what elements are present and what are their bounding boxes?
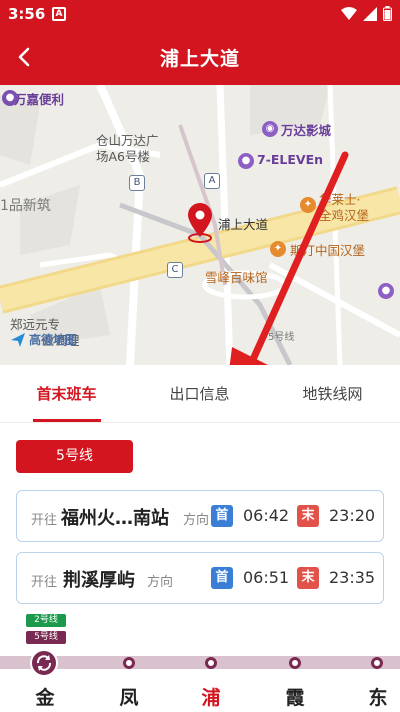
last-train-badge: 末 xyxy=(297,505,319,527)
direction-card[interactable]: 开往 福州火…南站 方向 首 06:42 末 23:20 xyxy=(16,490,384,542)
last-train-badge: 末 xyxy=(297,567,319,589)
direction-station: 荆溪厚屿 xyxy=(63,570,135,591)
direction-prefix: 开往 xyxy=(31,575,58,590)
direction-card[interactable]: 开往 荆溪厚屿 方向 首 06:51 末 23:35 xyxy=(16,552,384,604)
station-map[interactable]: 万嘉便利 ● 仓山万达广 场A6号楼 ◉ 万达影城 ● 7-ELEVEn 1品新… xyxy=(0,85,400,365)
current-station-name[interactable]: 浦 xyxy=(191,683,231,710)
last-train-time: 23:35 xyxy=(329,568,376,587)
tab-network[interactable]: 地铁线网 xyxy=(266,365,399,423)
direction-prefix: 开往 xyxy=(31,513,58,528)
station-name[interactable]: 霞 xyxy=(275,683,315,710)
status-bar: 3:56 A xyxy=(0,0,400,30)
transfer-station-icon[interactable] xyxy=(30,649,58,677)
annotation-arrow xyxy=(229,151,349,365)
direction-suffix: 方向 xyxy=(147,575,174,590)
station-dot[interactable] xyxy=(123,657,135,669)
transfer-line-badge: 5号线 xyxy=(26,631,66,644)
transfer-icon xyxy=(36,655,52,671)
line-strip xyxy=(0,656,400,669)
notification-icon: A xyxy=(52,7,66,21)
battery-icon xyxy=(383,6,392,21)
station-dot[interactable] xyxy=(289,657,301,669)
tab-bar: 首末班车 出口信息 地铁线网 xyxy=(0,365,400,423)
wifi-icon xyxy=(341,6,357,20)
first-train-badge: 首 xyxy=(211,505,233,527)
direction-suffix: 方向 xyxy=(183,513,210,528)
status-icons xyxy=(341,6,392,21)
last-train-time: 23:20 xyxy=(329,506,376,525)
page-title: 浦上大道 xyxy=(159,48,240,70)
station-dot[interactable] xyxy=(205,657,217,669)
direction-station: 福州火…南站 xyxy=(61,508,169,529)
transfer-line-badge: 2号线 xyxy=(26,614,66,627)
tab-exits[interactable]: 出口信息 xyxy=(133,365,266,423)
first-train-time: 06:42 xyxy=(243,506,290,525)
first-train-time: 06:51 xyxy=(243,568,290,587)
app-header: 浦上大道 xyxy=(0,30,400,85)
active-tab-indicator xyxy=(33,419,101,422)
status-time: 3:56 xyxy=(8,5,46,23)
station-name[interactable]: 东 xyxy=(358,683,398,710)
tab-schedule[interactable]: 首末班车 xyxy=(0,365,133,423)
station-name[interactable]: 凤 xyxy=(109,683,149,710)
signal-icon xyxy=(363,6,377,21)
station-name[interactable]: 金 xyxy=(25,683,65,710)
line-badge[interactable]: 5号线 xyxy=(16,440,133,473)
station-dot[interactable] xyxy=(371,657,383,669)
first-train-badge: 首 xyxy=(211,567,233,589)
